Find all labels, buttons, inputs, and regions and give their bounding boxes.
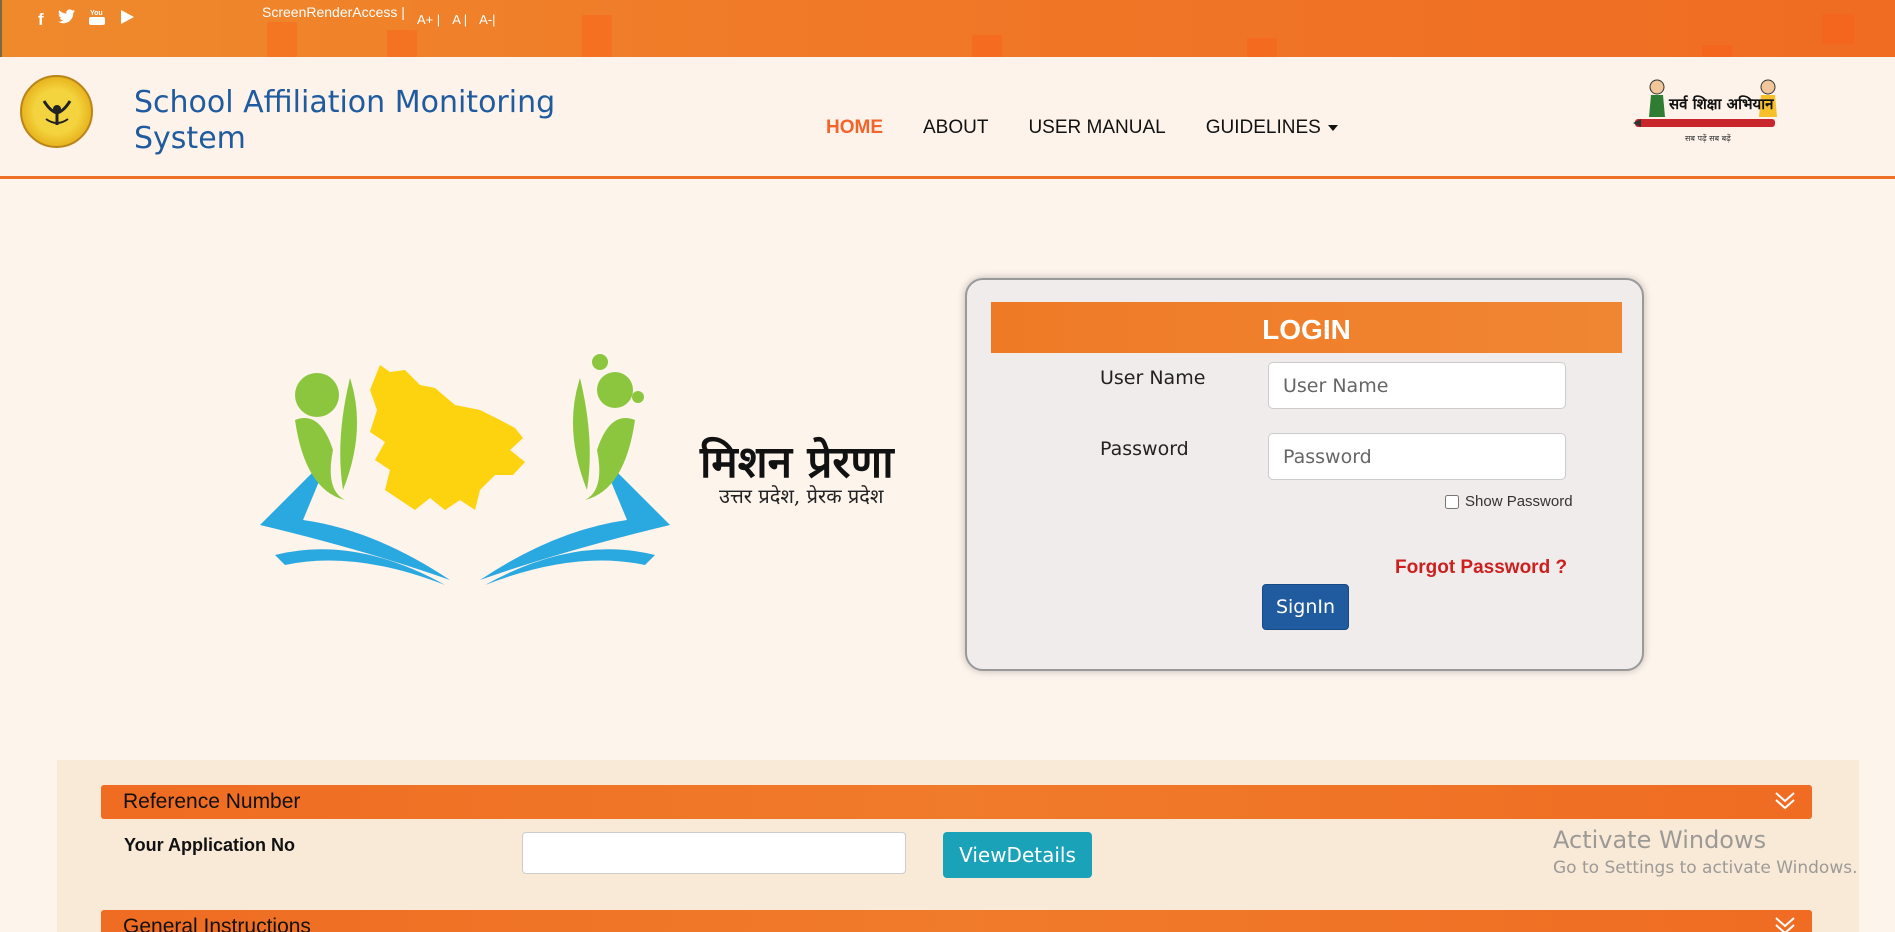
facebook-icon[interactable]: f <box>38 10 44 30</box>
screen-reader-access-link[interactable]: ScreenRenderAccess | <box>262 4 405 20</box>
decor-square <box>582 15 612 57</box>
password-input[interactable] <box>1268 433 1566 480</box>
mission-prerna-logo <box>260 354 670 585</box>
mission-prerna-title: मिशन प्रेरणा <box>700 437 894 488</box>
sarva-shiksha-abhiyan-logo: सर्व शिक्षा अभियान सब पढ़ें सब बढ़ें <box>1633 79 1777 143</box>
application-no-input[interactable] <box>522 832 906 874</box>
decor-square <box>1247 38 1277 57</box>
mission-prerna-subtitle: उत्तर प्रदेश, प्रेरक प्रदेश <box>719 484 884 508</box>
watermark-subtitle: Go to Settings to activate Windows. <box>1553 858 1858 878</box>
username-input[interactable] <box>1268 362 1566 409</box>
accessibility-controls: ScreenRenderAccess | A+ | A | A-| <box>262 4 496 27</box>
general-instructions-title: General Instructions <box>123 915 311 932</box>
login-heading: LOGIN <box>991 302 1622 353</box>
show-password-checkbox[interactable] <box>1445 494 1459 509</box>
reference-number-header[interactable]: Reference Number <box>101 785 1812 819</box>
social-links: f You <box>38 8 135 31</box>
decor-square <box>1702 45 1732 57</box>
up-government-emblem-logo[interactable] <box>20 75 93 148</box>
site-title[interactable]: School Affiliation Monitoring System <box>134 85 574 157</box>
reference-number-title: Reference Number <box>123 790 301 813</box>
forgot-password-link[interactable]: Forgot Password ? <box>1395 557 1567 579</box>
nav-guidelines[interactable]: GUIDELINES <box>1205 117 1339 139</box>
nav-guidelines-label: GUIDELINES <box>1205 117 1321 138</box>
main-nav: HOME ABOUT USER MANUAL GUIDELINES <box>826 117 1339 139</box>
application-no-label: Your Application No <box>124 835 295 855</box>
double-chevron-down-icon[interactable] <box>1772 787 1798 813</box>
double-chevron-down-icon[interactable] <box>1772 912 1798 932</box>
font-decrease-button[interactable]: A-| <box>479 12 495 27</box>
general-instructions-header[interactable]: General Instructions <box>101 910 1812 932</box>
decor-square <box>1822 14 1854 44</box>
font-normal-button[interactable]: A | <box>452 12 467 27</box>
font-increase-button[interactable]: A+ | <box>417 12 440 27</box>
signin-button[interactable]: SignIn <box>1262 584 1349 630</box>
svg-text:You: You <box>90 10 103 17</box>
ssa-tagline: सब पढ़ें सब बढ़ें <box>1685 133 1731 143</box>
decor-square <box>267 22 297 57</box>
login-panel: LOGIN User Name Password Show Password F… <box>965 278 1644 671</box>
windows-activation-watermark: Activate Windows Go to Settings to activ… <box>1553 826 1858 878</box>
ssa-logo-text: सर्व शिक्षा अभियान <box>1668 95 1774 113</box>
nav-home[interactable]: HOME <box>826 117 883 139</box>
decor-square <box>387 30 417 57</box>
view-details-button[interactable]: ViewDetails <box>943 832 1092 878</box>
show-password-toggle[interactable]: Show Password <box>1445 493 1573 510</box>
top-bar: f You ScreenRenderAccess | A+ | A | A-| <box>0 0 1895 57</box>
username-label: User Name <box>1100 367 1206 389</box>
youtube-icon[interactable]: You <box>88 8 105 31</box>
twitter-icon[interactable] <box>57 9 75 30</box>
nav-user-manual[interactable]: USER MANUAL <box>1028 117 1165 139</box>
show-password-label: Show Password <box>1465 493 1573 510</box>
nav-about[interactable]: ABOUT <box>923 117 988 139</box>
password-label: Password <box>1100 438 1189 460</box>
decor-square <box>972 35 1002 57</box>
caret-down-icon <box>1328 124 1339 131</box>
watermark-title: Activate Windows <box>1553 826 1767 854</box>
site-header: School Affiliation Monitoring System HOM… <box>0 57 1895 179</box>
play-icon[interactable] <box>119 9 135 30</box>
